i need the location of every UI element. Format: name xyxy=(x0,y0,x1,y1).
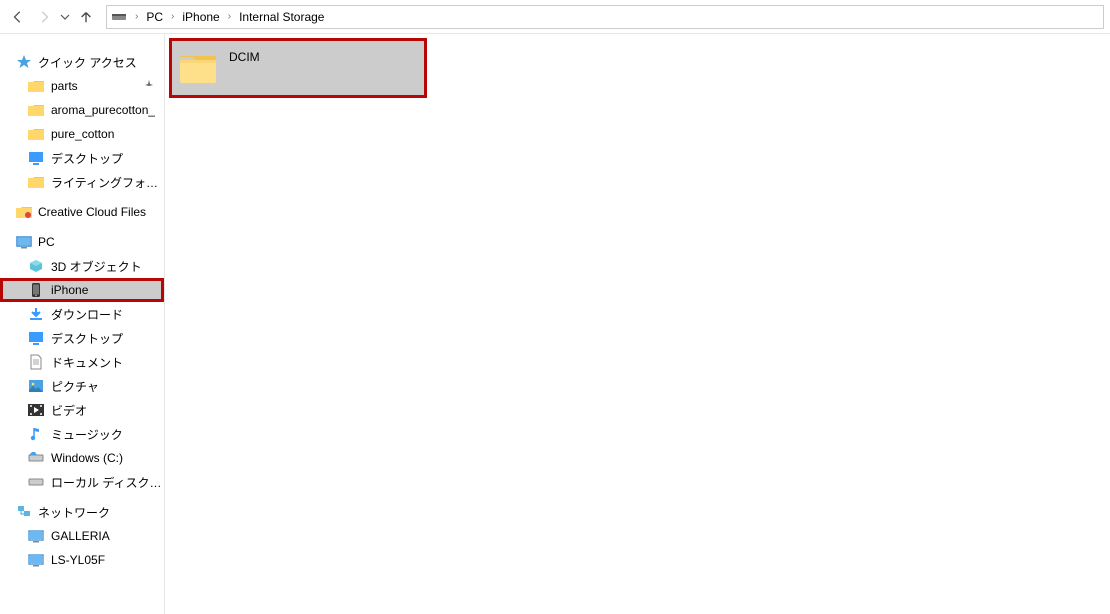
sidebar-item-label: pure_cotton xyxy=(51,127,114,141)
sidebar-item-label: ピクチャ xyxy=(51,378,99,395)
sidebar-item-parts[interactable]: parts xyxy=(0,74,164,98)
sidebar-item-label: デスクトップ xyxy=(51,150,123,167)
sidebar-item-iphone[interactable]: iPhone xyxy=(0,278,164,302)
sidebar-item-label: iPhone xyxy=(51,283,88,297)
recent-dropdown[interactable] xyxy=(58,12,72,22)
creative-cloud-section: Creative Cloud Files xyxy=(0,200,164,224)
monitor-icon xyxy=(28,552,44,568)
network-icon xyxy=(16,504,32,520)
quick-access-header[interactable]: クイック アクセス xyxy=(0,50,164,74)
quick-access-label: クイック アクセス xyxy=(38,54,137,71)
main-area: クイック アクセス parts aroma_purecotton_ xyxy=(0,34,1110,614)
sidebar-item-label: デスクトップ xyxy=(51,330,123,347)
creative-cloud-icon xyxy=(16,204,32,220)
sidebar: クイック アクセス parts aroma_purecotton_ xyxy=(0,34,165,614)
sidebar-item-lsyl05f[interactable]: LS-YL05F xyxy=(0,548,164,572)
folder-icon xyxy=(28,174,44,190)
forward-button[interactable] xyxy=(32,5,56,29)
music-icon xyxy=(28,426,44,442)
network-section: ネットワーク GALLERIA LS-YL05F xyxy=(0,500,164,572)
sidebar-item-label: parts xyxy=(51,79,78,93)
nav-buttons xyxy=(6,5,98,29)
toolbar: › PC › iPhone › Internal Storage xyxy=(0,0,1110,34)
drive-icon xyxy=(28,450,44,466)
sidebar-item-label: Windows (C:) xyxy=(51,451,123,465)
back-button[interactable] xyxy=(6,5,30,29)
sidebar-item-galleria[interactable]: GALLERIA xyxy=(0,524,164,548)
sidebar-item-label: 3D オブジェクト xyxy=(51,258,142,275)
sidebar-item-label: ライティングフォルダ xyxy=(51,174,164,191)
network-header[interactable]: ネットワーク xyxy=(0,500,164,524)
sidebar-item-writing[interactable]: ライティングフォルダ xyxy=(0,170,164,194)
pc-header[interactable]: PC xyxy=(0,230,164,254)
video-icon xyxy=(28,402,44,418)
address-bar[interactable]: › PC › iPhone › Internal Storage xyxy=(106,5,1104,29)
sidebar-item-documents[interactable]: ドキュメント xyxy=(0,350,164,374)
star-icon xyxy=(16,54,32,70)
sidebar-item-3d[interactable]: 3D オブジェクト xyxy=(0,254,164,278)
chevron-right-icon: › xyxy=(133,11,140,22)
cube-icon xyxy=(28,258,44,274)
desktop-icon xyxy=(28,150,44,166)
creative-cloud-header[interactable]: Creative Cloud Files xyxy=(0,200,164,224)
folder-icon xyxy=(177,47,219,89)
folder-icon xyxy=(28,102,44,118)
chevron-right-icon: › xyxy=(226,11,233,22)
sidebar-item-pictures[interactable]: ピクチャ xyxy=(0,374,164,398)
pin-icon xyxy=(144,79,154,93)
creative-cloud-label: Creative Cloud Files xyxy=(38,205,146,219)
folder-icon xyxy=(28,78,44,94)
breadcrumb-internal-storage[interactable]: Internal Storage xyxy=(233,6,330,28)
download-icon xyxy=(28,306,44,322)
sidebar-item-desktop[interactable]: デスクトップ xyxy=(0,326,164,350)
pc-icon xyxy=(16,234,32,250)
folder-icon xyxy=(28,126,44,142)
breadcrumb-iphone[interactable]: iPhone xyxy=(176,6,225,28)
phone-icon xyxy=(28,282,44,298)
monitor-icon xyxy=(28,528,44,544)
pictures-icon xyxy=(28,378,44,394)
sidebar-item-purecotton[interactable]: pure_cotton xyxy=(0,122,164,146)
content-pane[interactable]: DCIM xyxy=(165,34,1110,614)
sidebar-item-label: LS-YL05F xyxy=(51,553,105,567)
up-button[interactable] xyxy=(74,5,98,29)
folder-dcim[interactable]: DCIM xyxy=(169,38,427,98)
sidebar-item-label: aroma_purecotton_ xyxy=(51,103,155,117)
chevron-right-icon: › xyxy=(169,11,176,22)
breadcrumb: PC › iPhone › Internal Storage xyxy=(140,6,330,28)
drive-icon xyxy=(111,9,127,25)
sidebar-item-label: GALLERIA xyxy=(51,529,110,543)
document-icon xyxy=(28,354,44,370)
network-label: ネットワーク xyxy=(38,504,110,521)
sidebar-item-label: ミュージック xyxy=(51,426,123,443)
pc-section: PC 3D オブジェクト iPhone ダウンロード xyxy=(0,230,164,494)
sidebar-item-aroma[interactable]: aroma_purecotton_ xyxy=(0,98,164,122)
sidebar-item-label: ローカル ディスク (D:) xyxy=(51,474,164,491)
sidebar-item-desktop-qa[interactable]: デスクトップ xyxy=(0,146,164,170)
folder-label: DCIM xyxy=(229,50,260,64)
sidebar-item-drive-d[interactable]: ローカル ディスク (D:) xyxy=(0,470,164,494)
sidebar-item-label: ビデオ xyxy=(51,402,87,419)
sidebar-item-videos[interactable]: ビデオ xyxy=(0,398,164,422)
sidebar-item-drive-c[interactable]: Windows (C:) xyxy=(0,446,164,470)
breadcrumb-pc[interactable]: PC xyxy=(140,6,169,28)
pc-label: PC xyxy=(38,235,55,249)
desktop-icon xyxy=(28,330,44,346)
drive-icon xyxy=(28,474,44,490)
sidebar-item-label: ダウンロード xyxy=(51,306,123,323)
sidebar-item-downloads[interactable]: ダウンロード xyxy=(0,302,164,326)
quick-access-section: クイック アクセス parts aroma_purecotton_ xyxy=(0,50,164,194)
sidebar-item-music[interactable]: ミュージック xyxy=(0,422,164,446)
sidebar-item-label: ドキュメント xyxy=(51,354,123,371)
